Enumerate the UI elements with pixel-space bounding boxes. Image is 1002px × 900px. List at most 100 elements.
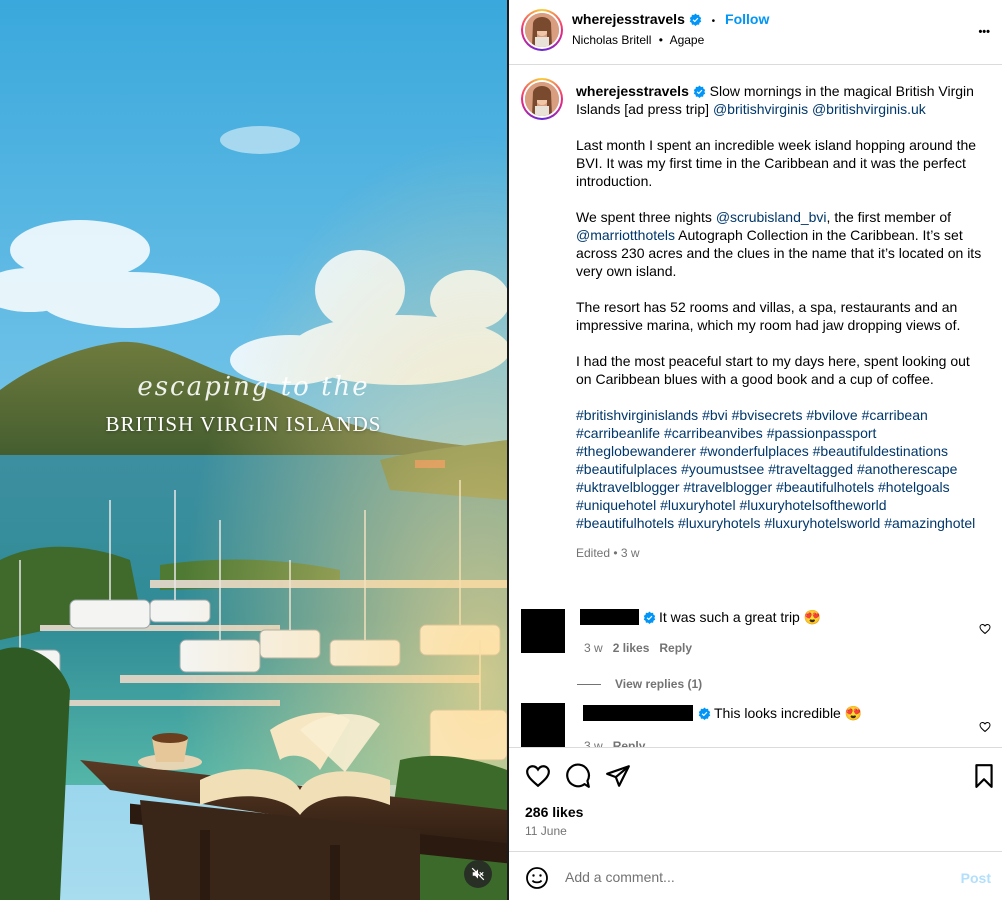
hashtag-link[interactable]: #uniquehotel [576, 497, 656, 513]
edited-label: Edited [576, 546, 611, 560]
likes-count[interactable]: 286 likes [525, 804, 583, 820]
post-date[interactable]: 11 June [525, 824, 567, 838]
hashtag-link[interactable]: #uktravelblogger [576, 479, 680, 495]
heart-eyes-emoji: 😍 [803, 609, 822, 625]
audio-separator: • [658, 33, 663, 47]
comment-time[interactable]: 3 w [584, 641, 603, 655]
comment-body: This looks incredible [714, 705, 841, 721]
more-options-icon: ••• [978, 26, 990, 38]
header-title-row: wherejesstravels • Follow [572, 11, 769, 27]
hashtag-link[interactable]: #carribeanvibes [664, 425, 763, 441]
audio-artist[interactable]: Nicholas Britell [572, 33, 651, 47]
muted-speaker-icon [471, 867, 485, 881]
hashtag-link[interactable]: #bvi [702, 407, 728, 423]
hashtag-link[interactable]: #hotelgoals [878, 479, 950, 495]
audio-info[interactable]: Nicholas Britell • Agape [572, 33, 704, 47]
comment-likes[interactable]: 2 likes [613, 641, 650, 655]
hashtag-link[interactable]: #wonderfulplaces [700, 443, 809, 459]
mention-link[interactable]: @britishvirginis.uk [812, 101, 926, 117]
comment-item: It was such a great trip 😍 3 w 2 likes Rep… [521, 609, 991, 699]
comment-like-heart-icon[interactable] [979, 721, 991, 733]
caption-text: , the first member of [826, 209, 952, 225]
replies-line [577, 684, 601, 686]
hashtag-link[interactable]: #youmustsee [681, 461, 764, 477]
commenter-avatar-redacted[interactable] [521, 703, 565, 747]
author-avatar[interactable] [521, 9, 563, 51]
comment-text: It was such a great trip 😍 [659, 609, 821, 626]
instagram-post-view: escaping to the BRITISH VIRGIN ISLANDS w… [0, 0, 1002, 900]
more-options-button[interactable]: ••• [978, 18, 990, 41]
post-header: wherejesstravels • Follow Nicholas Brite… [509, 0, 1002, 65]
reply-button[interactable]: Reply [613, 739, 646, 747]
caption-author-avatar[interactable] [521, 78, 563, 120]
hashtag-link[interactable]: #beautifulplaces [576, 461, 677, 477]
mention-link[interactable]: @marriotthotels [576, 227, 675, 243]
verified-badge-icon [643, 611, 656, 624]
comment-time[interactable]: 3 w [584, 739, 603, 747]
caption-username[interactable]: wherejesstravels [576, 83, 689, 99]
emoji-icon[interactable] [525, 866, 549, 890]
hashtag-block: #britishvirginislands #bvi #bvisecrets #… [576, 406, 986, 532]
mute-button[interactable] [464, 860, 492, 888]
hashtag-link[interactable]: #beautifuldestinations [813, 443, 948, 459]
hashtag-link[interactable]: #luxuryhotelsworld [764, 515, 880, 531]
add-comment-bar: Post [509, 851, 1002, 900]
share-icon[interactable] [605, 763, 631, 789]
video-overlay-script-text: escaping to the [137, 372, 370, 402]
view-replies-label: View replies (1) [615, 677, 703, 691]
verified-badge-icon [689, 13, 701, 26]
view-replies-button[interactable]: View replies (1) [577, 677, 702, 691]
caption-paragraph: I had the most peaceful start to my days… [576, 353, 970, 387]
hashtag-link[interactable]: #beautifulhotels [576, 515, 674, 531]
caption-text: We spent three nights [576, 209, 716, 225]
follow-button[interactable]: Follow [725, 11, 769, 27]
heart-icon[interactable] [525, 763, 551, 789]
comment-meta: 3 w Reply [584, 739, 645, 747]
edited-time[interactable]: 3 w [621, 546, 640, 560]
hashtag-link[interactable]: #passionpassport [767, 425, 877, 441]
caption-paragraph: Last month I spent an incredible week is… [576, 137, 977, 189]
comment-text: This looks incredible 😍 [714, 705, 862, 722]
hashtag-link[interactable]: #luxuryhotelsoftheworld [739, 497, 886, 513]
comment-input[interactable] [565, 866, 945, 888]
verified-badge-icon [698, 707, 711, 720]
comment-icon[interactable] [565, 763, 591, 789]
comment-like-heart-icon[interactable] [979, 623, 991, 635]
hashtag-link[interactable]: #theglobewanderer [576, 443, 696, 459]
video-overlay-title: BRITISH VIRGIN ISLANDS [105, 412, 382, 436]
hashtag-link[interactable]: #luxuryhotels [678, 515, 761, 531]
audio-track[interactable]: Agape [670, 33, 705, 47]
author-username[interactable]: wherejesstravels [572, 11, 685, 27]
post-caption: wherejesstravels Slow mornings in the ma… [576, 82, 986, 562]
hashtag-link[interactable]: #anotherescape [857, 461, 957, 477]
reply-button[interactable]: Reply [659, 641, 692, 655]
mention-link[interactable]: @britishvirginis [713, 101, 808, 117]
post-details-panel: wherejesstravels • Follow Nicholas Brite… [509, 0, 1002, 900]
caption-author-photo [525, 82, 559, 116]
hashtag-link[interactable]: #carribeanlife [576, 425, 660, 441]
bookmark-icon[interactable] [971, 763, 997, 789]
hashtag-link[interactable]: #bvilove [806, 407, 857, 423]
caption-paragraph: We spent three nights @scrubisland_bvi, … [576, 208, 986, 280]
hashtag-link[interactable]: #travelblogger [683, 479, 772, 495]
commenter-username-redacted[interactable] [583, 705, 693, 721]
commenter-avatar-redacted[interactable] [521, 609, 565, 653]
comment-item: This looks incredible 😍 3 w Reply [521, 703, 991, 747]
hashtag-link[interactable]: #carribean [862, 407, 928, 423]
hashtag-link[interactable]: #traveltagged [768, 461, 853, 477]
post-comment-button[interactable]: Post [961, 870, 991, 886]
post-actions-section: 286 likes 11 June [509, 747, 1002, 851]
post-video[interactable]: escaping to the BRITISH VIRGIN ISLANDS [0, 0, 507, 900]
hashtag-link[interactable]: #bvisecrets [732, 407, 803, 423]
hashtag-link[interactable]: #britishvirginislands [576, 407, 698, 423]
hashtag-link[interactable]: #beautifulhotels [776, 479, 874, 495]
comments-scroll-area[interactable]: wherejesstravels Slow mornings in the ma… [509, 66, 1002, 747]
verified-badge-icon [693, 85, 705, 98]
header-separator: • [711, 16, 716, 27]
hashtag-link[interactable]: #amazinghotel [884, 515, 975, 531]
mention-link[interactable]: @scrubisland_bvi [716, 209, 827, 225]
caption-intro: wherejesstravels Slow mornings in the ma… [576, 82, 986, 118]
hashtag-link[interactable]: #luxuryhotel [660, 497, 736, 513]
video-frame [0, 0, 507, 900]
commenter-username-redacted[interactable] [580, 609, 639, 625]
